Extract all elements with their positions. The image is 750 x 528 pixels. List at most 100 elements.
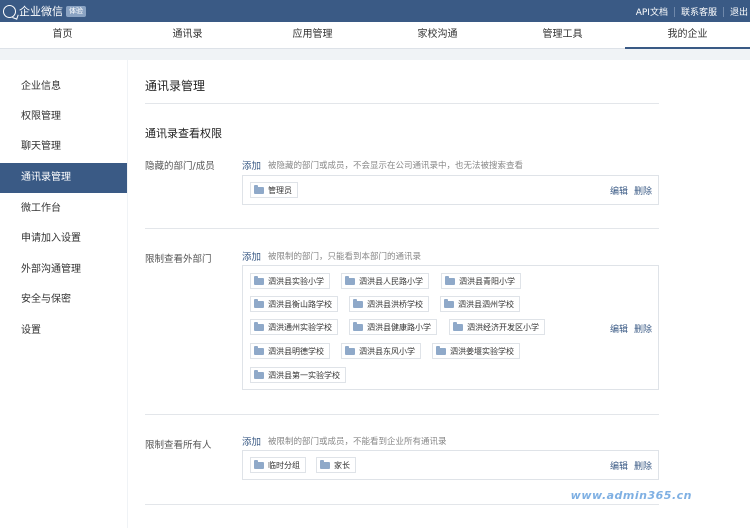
tag[interactable]: 泗洪县健康路小学 — [349, 319, 437, 335]
folder-icon — [353, 299, 363, 308]
tag[interactable]: 泗洪县泗州学校 — [440, 296, 520, 312]
sidebar-item-chat[interactable]: 聊天管理 — [0, 132, 127, 162]
edit-button[interactable]: 编辑 — [610, 459, 628, 472]
sidebar-item-contacts[interactable]: 通讯录管理 — [0, 163, 127, 193]
logo[interactable]: 企业微信 体验 — [3, 3, 86, 19]
folder-icon — [254, 299, 264, 308]
logout-link[interactable]: 退出 — [730, 5, 748, 18]
folder-icon — [345, 346, 355, 355]
tag-label: 泗洪县衡山路学校 — [268, 299, 332, 309]
row-label-hidden: 隐藏的部门/成员 — [145, 161, 215, 172]
tag-label: 泗洪县实验小学 — [268, 276, 324, 286]
tag[interactable]: 泗洪县衡山路学校 — [250, 296, 338, 312]
page-title: 通讯录管理 — [145, 79, 206, 93]
tag-label: 泗洪县第一实验学校 — [268, 370, 340, 380]
tag[interactable]: 泗洪县东风小学 — [341, 343, 421, 359]
hidden-list-box: 管理员 编辑 删除 — [242, 175, 659, 205]
main-content: 通讯录管理 通讯录查看权限 隐藏的部门/成员 添加 被隐藏的部门或成员，不会显示… — [128, 60, 750, 528]
nav-tools[interactable]: 管理工具 — [500, 22, 625, 49]
top-bar: 企业微信 体验 API文档 联系客服 退出 — [0, 0, 750, 22]
divider — [145, 414, 659, 415]
tag[interactable]: 泗洪县实验小学 — [250, 273, 330, 289]
tag-label: 泗洪县东风小学 — [359, 346, 415, 356]
folder-icon — [353, 322, 363, 331]
section-title: 通讯录查看权限 — [145, 127, 222, 140]
restricted-dept-box: 泗洪县实验小学 泗洪县人民路小学 泗洪县青阳小学 泗洪县衡山路学校 泗洪县洪桥学… — [242, 265, 659, 390]
tag-label: 临时分组 — [268, 460, 300, 470]
divider — [145, 228, 659, 229]
folder-icon — [320, 460, 330, 469]
row-actions: 编辑 删除 — [610, 459, 652, 472]
delete-button[interactable]: 删除 — [634, 322, 652, 335]
tag[interactable]: 泗洪县人民路小学 — [341, 273, 429, 289]
watermark: www.admin365.cn — [570, 489, 692, 502]
api-docs-link[interactable]: API文档 — [636, 5, 668, 18]
sidebar-item-company-info[interactable]: 企业信息 — [0, 72, 127, 102]
nav-home[interactable]: 首页 — [0, 22, 125, 49]
sidebar-item-external[interactable]: 外部沟通管理 — [0, 255, 127, 285]
logo-text: 企业微信 — [19, 5, 63, 18]
contact-support-link[interactable]: 联系客服 — [681, 5, 717, 18]
add-restricted-all-button[interactable]: 添加 — [242, 434, 261, 448]
tag-label: 泗洪县青阳小学 — [459, 276, 515, 286]
tag[interactable]: 泗洪通州实验学校 — [250, 319, 338, 335]
tag[interactable]: 泗洪经济开发区小学 — [449, 319, 545, 335]
tag[interactable]: 泗洪县第一实验学校 — [250, 367, 346, 383]
tag[interactable]: 泗洪县青阳小学 — [441, 273, 521, 289]
divider — [145, 103, 659, 104]
nav-my-company[interactable]: 我的企业 — [625, 22, 750, 49]
row-desc-restricted-all: 被限制的部门或成员，不能看到企业所有通讯录 — [268, 437, 447, 447]
tag[interactable]: 泗洪姜堰实验学校 — [432, 343, 520, 359]
sidebar-item-permissions[interactable]: 权限管理 — [0, 102, 127, 132]
sidebar-item-settings[interactable]: 设置 — [0, 316, 127, 346]
top-links: API文档 联系客服 退出 — [636, 5, 748, 18]
folder-icon — [453, 322, 463, 331]
row-label-restricted-all: 限制查看所有人 — [145, 440, 212, 451]
row-desc-restricted-dept: 被限制的部门，只能看到本部门的通讯录 — [268, 252, 422, 262]
tag[interactable]: 泗洪县洪桥学校 — [349, 296, 429, 312]
folder-icon — [254, 460, 264, 469]
divider — [145, 504, 659, 505]
tag-label: 泗洪通州实验学校 — [268, 322, 332, 332]
nav-contacts[interactable]: 通讯录 — [125, 22, 250, 49]
sidebar-item-join-settings[interactable]: 申请加入设置 — [0, 224, 127, 254]
chat-bubble-icon — [3, 4, 16, 18]
sidebar: 企业信息 权限管理 聊天管理 通讯录管理 微工作台 申请加入设置 外部沟通管理 … — [0, 60, 127, 528]
delete-button[interactable]: 删除 — [634, 459, 652, 472]
tag[interactable]: 泗洪县明德学校 — [250, 343, 330, 359]
folder-icon — [254, 346, 264, 355]
tag-label: 泗洪县人民路小学 — [359, 276, 423, 286]
tag-label: 泗洪姜堰实验学校 — [450, 346, 514, 356]
row-label-restricted-dept: 限制查看外部门 — [145, 254, 212, 265]
tag[interactable]: 临时分组 — [250, 457, 306, 473]
folder-icon — [345, 276, 355, 285]
folder-icon — [445, 276, 455, 285]
sidebar-item-security[interactable]: 安全与保密 — [0, 285, 127, 315]
folder-icon — [254, 185, 264, 194]
nav-apps[interactable]: 应用管理 — [250, 22, 375, 49]
tag-label: 泗洪县泗州学校 — [458, 299, 514, 309]
folder-icon — [436, 346, 446, 355]
tag-label: 泗洪经济开发区小学 — [467, 322, 539, 332]
divider — [673, 6, 675, 17]
tag[interactable]: 管理员 — [250, 182, 298, 198]
tag-label: 泗洪县明德学校 — [268, 346, 324, 356]
nav-school[interactable]: 家校沟通 — [375, 22, 500, 49]
add-restricted-dept-button[interactable]: 添加 — [242, 249, 261, 263]
edit-button[interactable]: 编辑 — [610, 184, 628, 197]
main-nav: 首页 通讯录 应用管理 家校沟通 管理工具 我的企业 — [0, 22, 750, 49]
tag[interactable]: 家长 — [316, 457, 356, 473]
folder-icon — [254, 322, 264, 331]
row-actions: 编辑 删除 — [610, 184, 652, 197]
folder-icon — [444, 299, 454, 308]
folder-icon — [254, 370, 264, 379]
edit-button[interactable]: 编辑 — [610, 322, 628, 335]
divider — [722, 6, 724, 17]
logo-badge: 体验 — [66, 5, 86, 17]
delete-button[interactable]: 删除 — [634, 184, 652, 197]
sidebar-item-workbench[interactable]: 微工作台 — [0, 194, 127, 224]
folder-icon — [254, 276, 264, 285]
tag-label: 泗洪县健康路小学 — [367, 322, 431, 332]
tag-label: 管理员 — [268, 185, 292, 195]
add-hidden-button[interactable]: 添加 — [242, 158, 261, 172]
